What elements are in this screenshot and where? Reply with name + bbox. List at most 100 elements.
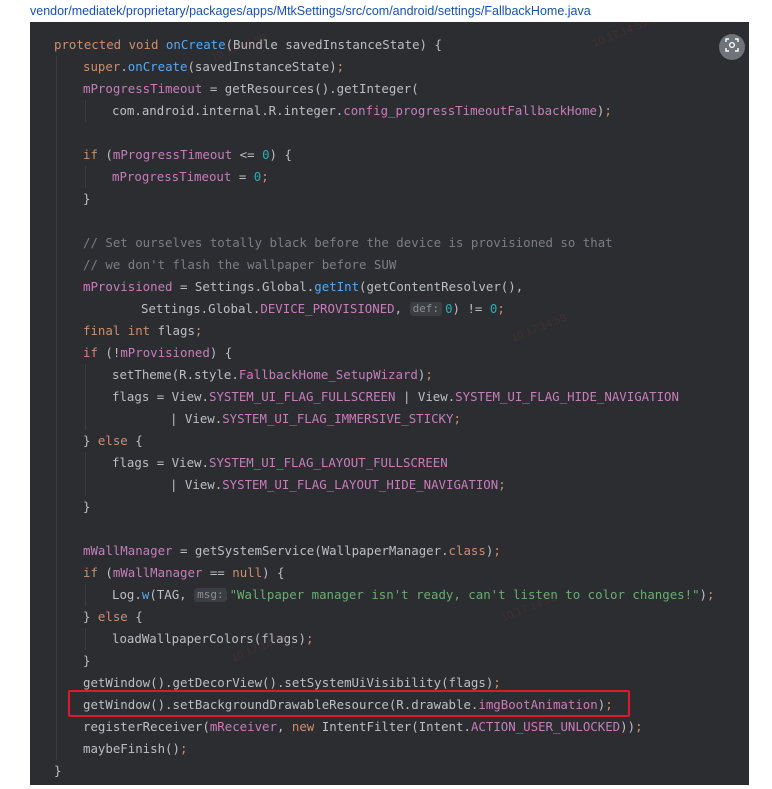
- indent-guide: [85, 628, 86, 650]
- code-token: (getContentResolver(),: [359, 279, 524, 294]
- code-token: ;: [497, 301, 505, 316]
- code-token: (Bundle savedInstanceState) {: [225, 37, 442, 52]
- code-token: SYSTEM_UI_FLAG_LAYOUT_FULLSCREEN: [208, 455, 448, 470]
- scan-button[interactable]: [719, 34, 745, 60]
- code-token: // Set ourselves totally black before th…: [83, 235, 613, 250]
- code-token: protected void: [54, 37, 166, 52]
- code-token: flags: [157, 323, 195, 338]
- code-token: = getSystemService(WallpaperManager.: [172, 543, 449, 558]
- highlighted-line-box: [68, 690, 630, 717]
- watermark-text: 10.17:14:59: [509, 311, 569, 345]
- code-token: ;: [179, 741, 188, 756]
- code-token: .: [120, 59, 128, 74]
- code-token: flags = View.: [112, 455, 209, 470]
- code-token: Log.: [112, 587, 142, 602]
- code-token: maybeFinish(): [83, 741, 180, 756]
- code-line: // we don't flash the wallpaper before S…: [83, 254, 396, 276]
- scan-icon: [724, 37, 740, 58]
- code-token: ) {: [209, 345, 233, 360]
- code-line: } else {: [83, 606, 143, 628]
- code-token: FallbackHome_SetupWizard: [238, 367, 418, 382]
- code-token: mProgressTimeout: [83, 81, 203, 96]
- code-line: | View.SYSTEM_UI_FLAG_LAYOUT_HIDE_NAVIGA…: [170, 474, 506, 496]
- code-token: }: [83, 499, 91, 514]
- code-token: mWallManager: [83, 543, 173, 558]
- parameter-hint: msg:: [194, 588, 227, 602]
- code-token: 0: [445, 301, 453, 316]
- code-token: class: [448, 543, 486, 558]
- code-line: }: [83, 650, 90, 672]
- code-token: SYSTEM_UI_FLAG_LAYOUT_HIDE_NAVIGATION: [222, 477, 499, 492]
- code-line: }: [54, 760, 61, 782]
- code-line: final int flags;: [83, 320, 202, 342]
- code-token: ;: [707, 587, 715, 602]
- code-editor[interactable]: protected void onCreate(Bundle savedInst…: [30, 22, 749, 785]
- code-line: if (mProgressTimeout <= 0) {: [83, 144, 292, 166]
- code-line: loadWallpaperColors(flags);: [112, 628, 313, 650]
- indent-guide: [85, 364, 86, 430]
- code-token: ;: [305, 631, 314, 646]
- code-token: | View.: [170, 411, 223, 426]
- code-token: config_progressTimeoutFallbackHome: [343, 103, 597, 118]
- code-line: flags = View.SYSTEM_UI_FLAG_LAYOUT_FULLS…: [112, 452, 448, 474]
- code-line: if (!mProvisioned) {: [83, 342, 232, 364]
- code-token: }: [83, 433, 98, 448]
- code-token: (TAG,: [149, 587, 195, 602]
- code-line: protected void onCreate(Bundle savedInst…: [54, 34, 442, 56]
- code-token: ;: [604, 103, 612, 118]
- code-token: flags = View.: [112, 389, 209, 404]
- code-line: maybeFinish();: [83, 738, 187, 760]
- code-line: mWallManager = getSystemService(Wallpape…: [83, 540, 501, 562]
- code-token: (!: [105, 345, 121, 360]
- code-token: =: [231, 169, 254, 184]
- code-token: com.android.internal.R.integer.: [112, 103, 344, 118]
- code-token: }: [83, 191, 91, 206]
- code-token: loadWallpaperColors(flags): [112, 631, 306, 646]
- code-token: if: [83, 147, 106, 162]
- code-token: 0: [262, 147, 270, 162]
- code-token: (: [105, 565, 113, 580]
- code-token: mProvisioned: [83, 279, 173, 294]
- code-token: if: [83, 565, 106, 580]
- code-token: ;: [453, 411, 461, 426]
- code-line: | View.SYSTEM_UI_FLAG_IMMERSIVE_STICKY;: [170, 408, 461, 430]
- parameter-hint: def:: [409, 302, 443, 316]
- watermark-text: 10.17:14:59 .zhao: [590, 22, 678, 51]
- code-line: } else {: [83, 430, 143, 452]
- code-token: = Settings.Global.: [172, 279, 315, 294]
- code-token: {: [135, 433, 143, 448]
- code-line: mProgressTimeout = getResources().getInt…: [83, 78, 419, 100]
- code-token: getWindow().getDecorView().setSystemUiVi…: [83, 675, 494, 690]
- code-line: mProgressTimeout = 0;: [112, 166, 269, 188]
- code-token: (savedInstanceState): [187, 59, 337, 74]
- code-token: if: [83, 345, 106, 360]
- code-line: com.android.internal.R.integer.config_pr…: [112, 100, 612, 122]
- code-line: }: [83, 188, 90, 210]
- code-token: SYSTEM_UI_FLAG_IMMERSIVE_STICKY: [222, 411, 454, 426]
- code-token: else: [97, 609, 136, 624]
- code-token: getInt: [314, 279, 360, 294]
- code-token: <=: [232, 147, 263, 162]
- code-token: new: [291, 719, 322, 734]
- code-token: else: [97, 433, 136, 448]
- code-token: ) {: [262, 565, 285, 580]
- code-token: ACTION_USER_UNLOCKED: [470, 719, 621, 734]
- code-token: }: [83, 653, 91, 668]
- code-token: SYSTEM_UI_FLAG_HIDE_NAVIGATION: [455, 389, 679, 404]
- code-token: ;: [336, 59, 345, 74]
- code-token: null: [232, 565, 263, 580]
- indent-guide: [85, 452, 86, 496]
- code-line: setTheme(R.style.FallbackHome_SetupWizar…: [112, 364, 433, 386]
- code-line: mProvisioned = Settings.Global.getInt(ge…: [83, 276, 523, 298]
- indent-guide: [85, 584, 86, 606]
- code-token: DEVICE_PROVISIONED: [260, 301, 395, 316]
- code-token: mReceiver: [209, 719, 277, 734]
- code-token: ;: [493, 675, 501, 690]
- code-line: super.onCreate(savedInstanceState);: [83, 56, 344, 78]
- indent-guide: [56, 56, 57, 760]
- code-token: | View.: [395, 389, 456, 404]
- indent-guide: [85, 166, 86, 188]
- code-token: }: [54, 763, 62, 778]
- code-token: SYSTEM_UI_FLAG_FULLSCREEN: [208, 389, 396, 404]
- code-token: setTheme(R.style.: [112, 367, 239, 382]
